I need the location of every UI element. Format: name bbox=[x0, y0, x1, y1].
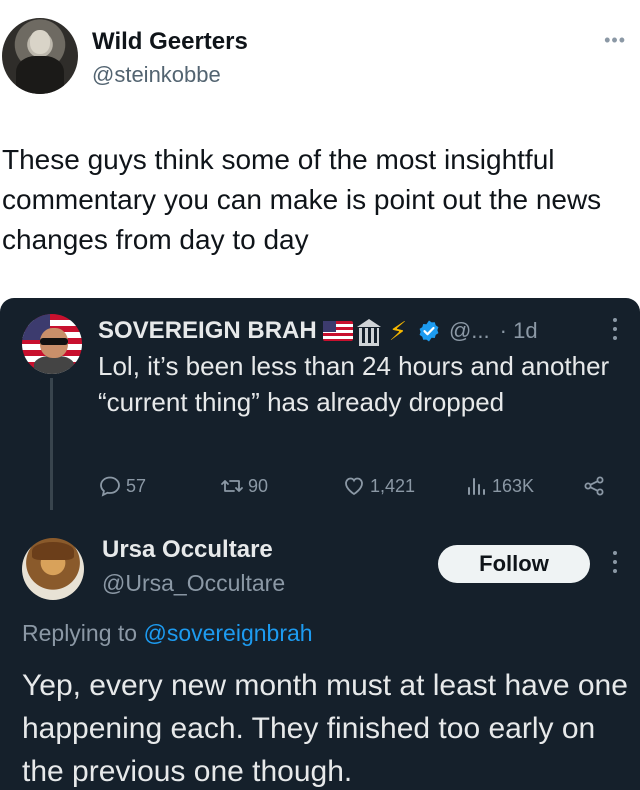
avatar-hat bbox=[32, 542, 74, 560]
author-handle[interactable]: @steinkobbe bbox=[92, 62, 221, 88]
retweet-button[interactable]: 90 bbox=[220, 474, 268, 498]
reply2-author-name[interactable]: Ursa Occultare bbox=[102, 536, 273, 564]
reply-count: 57 bbox=[126, 475, 147, 496]
author-name[interactable]: Wild Geerters bbox=[92, 28, 248, 56]
like-button[interactable]: 1,421 bbox=[342, 474, 415, 498]
views-icon bbox=[468, 478, 485, 495]
reply-header: SOVEREIGN BRAH ⚡ @... · 1d bbox=[98, 314, 538, 348]
replying-to-mention[interactable]: @sovereignbrah bbox=[143, 620, 312, 646]
verified-icon bbox=[419, 320, 439, 342]
views-count: 163K bbox=[492, 475, 535, 496]
reply-text: Lol, it’s been less than 24 hours and an… bbox=[98, 351, 610, 417]
us-flag-emoji bbox=[322, 321, 353, 341]
follow-button[interactable]: Follow bbox=[438, 545, 590, 583]
ursa-occultare-avatar[interactable] bbox=[22, 538, 84, 600]
lightning-emoji: ⚡ bbox=[388, 316, 407, 346]
more-icon[interactable] bbox=[612, 318, 618, 342]
share-icon bbox=[584, 476, 604, 496]
more-icon[interactable] bbox=[612, 551, 618, 575]
share-button[interactable] bbox=[582, 474, 610, 498]
replying-to-prefix: Replying to bbox=[22, 620, 138, 646]
avatar-face bbox=[30, 30, 50, 54]
reply2-author-handle[interactable]: @Ursa_Occultare bbox=[102, 570, 285, 597]
thread-connector-line bbox=[50, 378, 53, 510]
more-options-icon[interactable]: ••• bbox=[604, 30, 626, 51]
reply2-text: Yep, every new month must at least have … bbox=[22, 669, 628, 788]
replying-to: Replying to @sovereignbrah bbox=[22, 620, 313, 647]
avatar-coat bbox=[16, 56, 64, 94]
reply-icon bbox=[100, 476, 120, 497]
reply-author-handle[interactable]: @... bbox=[449, 318, 490, 344]
reply-button[interactable]: 57 bbox=[98, 474, 146, 498]
like-count: 1,421 bbox=[370, 475, 416, 496]
reply-author-name[interactable]: SOVEREIGN BRAH bbox=[98, 317, 317, 345]
reply-timestamp[interactable]: · 1d bbox=[500, 318, 538, 344]
like-icon bbox=[345, 477, 363, 496]
tweet-text: These guys think some of the most insigh… bbox=[2, 144, 602, 255]
views-button[interactable]: 163K bbox=[464, 474, 534, 498]
author-avatar[interactable] bbox=[2, 18, 78, 94]
sovereign-brah-avatar[interactable] bbox=[22, 314, 82, 374]
avatar-glasses bbox=[40, 338, 68, 345]
avatar-body bbox=[34, 356, 74, 374]
action-bar: 57 90 1,421 163K bbox=[98, 474, 618, 504]
bank-emoji bbox=[356, 319, 381, 346]
retweet-count: 90 bbox=[248, 475, 269, 496]
retweet-icon bbox=[221, 480, 243, 492]
